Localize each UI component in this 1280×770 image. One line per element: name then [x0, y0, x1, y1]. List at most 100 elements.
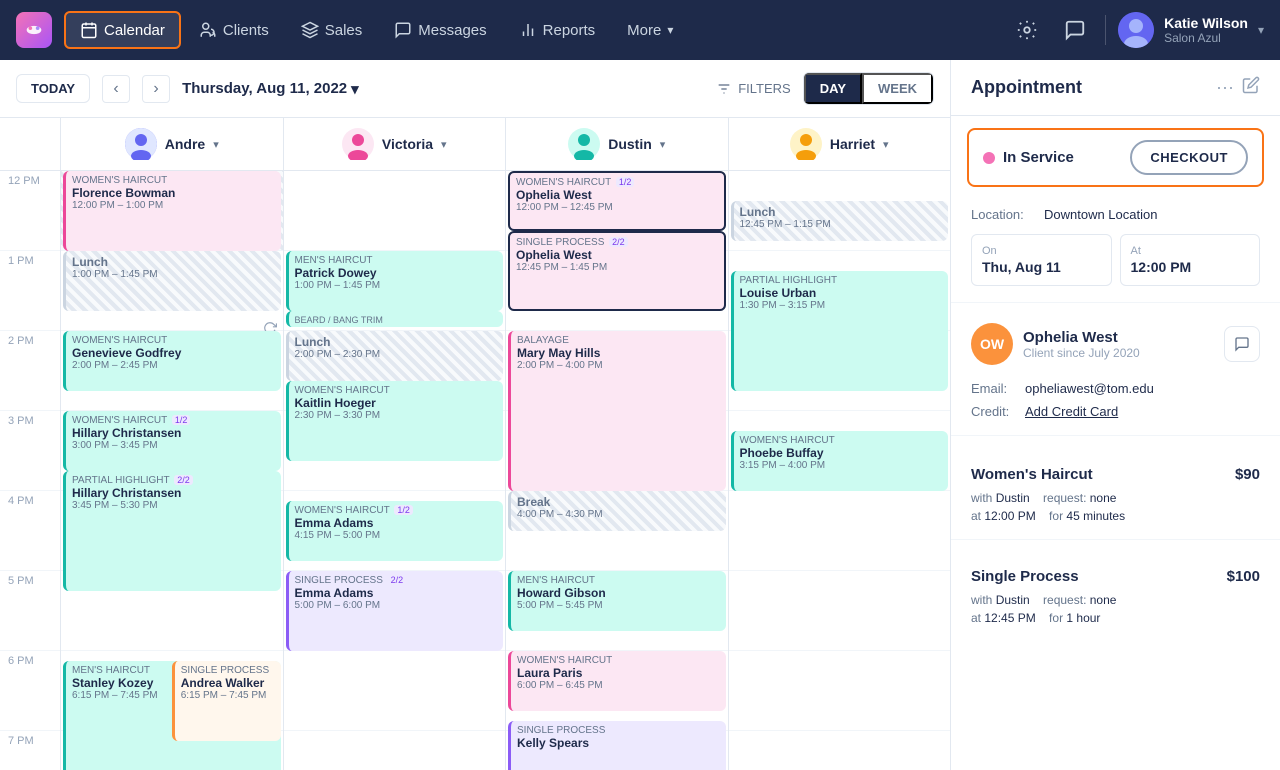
appt-emma-haircut[interactable]: WOMEN'S HAIRCUT 1/2 Emma Adams 4:15 PM –…: [286, 501, 504, 561]
chat-button[interactable]: [1057, 12, 1093, 48]
appt-lunch-victoria[interactable]: Lunch 2:00 PM – 2:30 PM: [286, 331, 504, 381]
user-name: Katie Wilson: [1164, 15, 1248, 31]
appt-kelly-process[interactable]: SINGLE PROCESS Kelly Spears: [508, 721, 726, 770]
top-nav: Calendar Clients Sales Messages Reports: [0, 0, 1280, 60]
appt-florence-haircut[interactable]: WOMEN'S HAIRCUT Florence Bowman 12:00 PM…: [63, 171, 281, 251]
appt-type-label: WOMEN'S HAIRCUT 1/2: [295, 505, 498, 516]
service-name: Single Process: [971, 568, 1079, 585]
grid-row: [284, 171, 506, 251]
appt-time: 3:00 PM – 3:45 PM: [72, 440, 275, 451]
credit-label: Credit:: [971, 404, 1021, 419]
appt-ophelia-haircut[interactable]: WOMEN'S HAIRCUT 1/2 Ophelia West 12:00 P…: [508, 171, 726, 231]
appt-type-label: WOMEN'S HAIRCUT 1/2: [516, 177, 718, 188]
panel-edit-button[interactable]: [1242, 76, 1260, 99]
appt-break-dustin[interactable]: Break 4:00 PM – 4:30 PM: [508, 491, 726, 531]
nav-item-calendar[interactable]: Calendar: [64, 11, 181, 49]
appt-time: 12:00 PM – 12:45 PM: [516, 202, 718, 213]
panel-actions: ···: [1216, 76, 1260, 99]
appt-lunch-harriet[interactable]: Lunch 12:45 PM – 1:15 PM: [731, 201, 949, 241]
grid-col-dustin: WOMEN'S HAIRCUT 1/2 Ophelia West 12:00 P…: [505, 171, 728, 770]
nav-item-messages[interactable]: Messages: [380, 13, 500, 47]
reports-icon: [519, 21, 537, 39]
email-label: Email:: [971, 381, 1021, 396]
nav-item-reports[interactable]: Reports: [505, 13, 610, 47]
staff-caret-andre: ▾: [213, 138, 219, 151]
user-salon: Salon Azul: [1164, 31, 1248, 45]
prev-arrow[interactable]: ‹: [102, 75, 130, 103]
appt-patrick-haircut[interactable]: MEN'S HAIRCUT Patrick Dowey 1:00 PM – 1:…: [286, 251, 504, 311]
nav-item-sales[interactable]: Sales: [287, 13, 377, 47]
date-box: On Thu, Aug 11: [971, 234, 1112, 286]
appt-client-name: Andrea Walker: [181, 676, 275, 690]
time-gutter-header: [0, 118, 60, 170]
appt-louise-highlight[interactable]: PARTIAL HIGHLIGHT Louise Urban 1:30 PM –…: [731, 271, 949, 391]
clients-icon: [199, 21, 217, 39]
appt-type-label: MEN'S HAIRCUT: [295, 255, 498, 266]
appt-hillary-haircut[interactable]: WOMEN'S HAIRCUT 1/2 Hillary Christansen …: [63, 411, 281, 471]
appt-mary-balayage[interactable]: BALAYAGE Mary May Hills 2:00 PM – 4:00 P…: [508, 331, 726, 491]
service-name: Women's Haircut: [971, 466, 1093, 483]
appt-genevieve-haircut[interactable]: WOMEN'S HAIRCUT Genevieve Godfrey 2:00 P…: [63, 331, 281, 391]
appt-andrea-process[interactable]: SINGLE PROCESS Andrea Walker 6:15 PM – 7…: [172, 661, 281, 741]
staff-col-victoria[interactable]: Victoria ▾: [283, 118, 506, 170]
week-view-button[interactable]: WEEK: [862, 73, 933, 104]
appt-hillary-highlight[interactable]: PARTIAL HIGHLIGHT 2/2 Hillary Christanse…: [63, 471, 281, 591]
next-arrow[interactable]: ›: [142, 75, 170, 103]
status-text: In Service: [1003, 149, 1074, 166]
user-menu[interactable]: Katie Wilson Salon Azul ▾: [1118, 12, 1264, 48]
nav-item-clients[interactable]: Clients: [185, 13, 283, 47]
appt-laura-haircut[interactable]: WOMEN'S HAIRCUT Laura Paris 6:00 PM – 6:…: [508, 651, 726, 711]
time-column: 12 PM 1 PM 2 PM 3 PM 4 PM 5 PM 6 PM 7 PM: [0, 171, 60, 770]
edit-icon: [1242, 76, 1260, 94]
date-display[interactable]: Thursday, Aug 11, 2022 ▾: [182, 80, 359, 98]
chat-icon: [1064, 19, 1086, 41]
staff-col-dustin[interactable]: Dustin ▾: [505, 118, 728, 170]
time-3pm: 3 PM: [0, 411, 60, 491]
day-view-button[interactable]: DAY: [804, 73, 862, 104]
checkout-button[interactable]: CHECKOUT: [1130, 140, 1248, 175]
on-value: Thu, Aug 11: [982, 259, 1101, 275]
appt-type-label: WOMEN'S HAIRCUT: [72, 175, 275, 186]
appt-time: 12:45 PM – 1:15 PM: [740, 219, 943, 230]
grid-row: [729, 731, 951, 770]
appt-ophelia-process[interactable]: SINGLE PROCESS 2/2 Ophelia West 12:45 PM…: [508, 231, 726, 311]
appt-time: 3:45 PM – 5:30 PM: [72, 500, 275, 511]
app-logo: [16, 12, 52, 48]
nav-item-more[interactable]: More ▾: [613, 14, 687, 47]
settings-button[interactable]: [1009, 12, 1045, 48]
appt-label: Lunch: [740, 205, 943, 219]
panel-more-button[interactable]: ···: [1216, 77, 1234, 98]
appt-type-label: WOMEN'S HAIRCUT: [517, 655, 720, 666]
appt-beard-trim[interactable]: BEARD / BANG TRIM: [286, 311, 504, 327]
grid-row: [284, 651, 506, 731]
grid-col-andre: WOMEN'S HAIRCUT Florence Bowman 12:00 PM…: [60, 171, 283, 770]
staff-col-andre[interactable]: Andre ▾: [60, 118, 283, 170]
appt-time: 12:45 PM – 1:45 PM: [516, 262, 718, 273]
appt-time: 12:00 PM – 1:00 PM: [72, 200, 275, 211]
appt-time: 5:00 PM – 6:00 PM: [295, 600, 498, 611]
appt-time: 2:00 PM – 4:00 PM: [517, 360, 720, 371]
message-client-button[interactable]: [1224, 326, 1260, 362]
filters-button[interactable]: FILTERS: [716, 81, 791, 97]
email-value: opheliawest@tom.edu: [1025, 381, 1154, 396]
appt-emma-process[interactable]: SINGLE PROCESS 2/2 Emma Adams 5:00 PM – …: [286, 571, 504, 651]
staff-col-harriet[interactable]: Harriet ▾: [728, 118, 951, 170]
staff-caret-dustin: ▾: [660, 138, 666, 151]
appt-howard-haircut[interactable]: MEN'S HAIRCUT Howard Gibson 5:00 PM – 5:…: [508, 571, 726, 631]
appt-time: 6:15 PM – 7:45 PM: [181, 690, 275, 701]
service-womens-haircut: Women's Haircut $90 with Dustin request:…: [951, 448, 1280, 529]
client-row: OW Ophelia West Client since July 2020: [951, 311, 1280, 377]
appt-phoebe-haircut[interactable]: WOMEN'S HAIRCUT Phoebe Buffay 3:15 PM – …: [731, 431, 949, 491]
service-single-process: Single Process $100 with Dustin request:…: [951, 550, 1280, 631]
chevron-down-icon: ▾: [667, 23, 673, 37]
on-label: On: [982, 245, 1101, 257]
appt-kaitlin-haircut[interactable]: WOMEN'S HAIRCUT Kaitlin Hoeger 2:30 PM –…: [286, 381, 504, 461]
appt-time: 6:00 PM – 6:45 PM: [517, 680, 720, 691]
staff-header: Andre ▾ Victoria ▾: [0, 118, 950, 171]
appt-label: Break: [517, 495, 720, 509]
appt-time: 5:00 PM – 5:45 PM: [517, 600, 720, 611]
today-button[interactable]: TODAY: [16, 74, 90, 103]
appt-lunch-andre[interactable]: Lunch 1:00 PM – 1:45 PM: [63, 251, 281, 311]
add-credit-link[interactable]: Add Credit Card: [1025, 404, 1118, 419]
appt-time: 1:30 PM – 3:15 PM: [740, 300, 943, 311]
